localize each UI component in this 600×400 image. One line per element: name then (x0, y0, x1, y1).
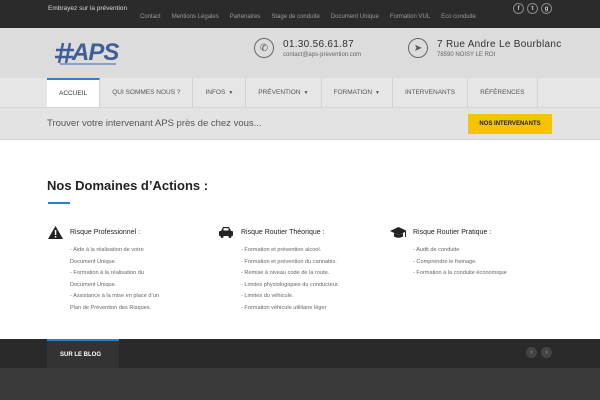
list-item: - Formation à la réalisation du (70, 270, 144, 276)
main-nav: Accueil Qui sommes nous ? Infos ▼ Prévent… (0, 78, 600, 107)
list-item: - Formation et prévention du cannabis. (241, 258, 337, 265)
chevron-left-icon[interactable]: ‹ (526, 347, 537, 358)
top-link-stage[interactable]: Stage de conduite (271, 14, 319, 20)
list-item: - Formation véhicule utilitaire léger (241, 304, 327, 311)
nav-item-accueil[interactable]: Accueil (47, 78, 101, 107)
list-item: - Formation à la conduite économique (413, 270, 507, 276)
caret-down-icon: ▼ (303, 89, 309, 96)
list-item: - Limites du véhicule. (241, 293, 294, 299)
phone-icon: ✆ (254, 38, 274, 58)
caret-down-icon: ▼ (375, 89, 380, 96)
logo-underline (60, 63, 116, 65)
carousel-arrows: ‹ › (526, 347, 552, 358)
nav-item-intervenants[interactable]: Intervenants (393, 78, 469, 107)
column-list: - Aide à la réalisation de votre Documen… (70, 245, 207, 314)
blog-bar: Sur le blog ‹ › (0, 339, 600, 368)
list-item: Document Unique. (70, 281, 117, 288)
title-underline (48, 202, 70, 204)
column-list: - Audit de conduite - Comprendre le frei… (413, 245, 550, 280)
top-link-partenaires[interactable]: Partenaires (230, 14, 261, 20)
top-link-formation-vul[interactable]: Formation VUL (390, 14, 430, 20)
header: APS ✆ 01.30.56.61.87 contact@aps-prevent… (0, 28, 600, 78)
social-links: f t g (513, 3, 552, 14)
list-item: - Audit de conduite (413, 247, 460, 253)
column-heading: Risque Professionnel : (70, 228, 141, 236)
graduation-cap-icon (390, 225, 406, 239)
top-links: Contact Mentions Légales Partenaires Sta… (140, 14, 487, 20)
list-item: - Aide à la réalisation de votre (70, 247, 144, 253)
list-item: - Comprendre le freinage. (413, 258, 477, 265)
warning-icon (47, 225, 63, 239)
facebook-icon[interactable]: f (513, 3, 524, 14)
top-bar: Embrayez sur la prévention Contact Menti… (0, 0, 600, 28)
nav-item-formation[interactable]: Formation ▼ (322, 78, 393, 107)
caret-down-icon: ▼ (228, 89, 234, 96)
chevron-right-icon[interactable]: › (541, 347, 552, 358)
section-title: Nos Domaines d’Actions : (47, 178, 209, 193)
top-link-eco-conduite[interactable]: Eco conduite (441, 14, 476, 20)
column-list: - Formation et prévention alcool. - Form… (241, 245, 378, 314)
phone-number[interactable]: 01.30.56.61.87 (283, 39, 361, 50)
email-address[interactable]: contact@aps-prevention.com (283, 52, 361, 58)
address-street: 7 Rue Andre Le Bourblanc (437, 38, 562, 50)
phone-block: ✆ 01.30.56.61.87 contact@aps-prevention.… (254, 38, 361, 58)
domain-column-pratique: Risque Routier Pratique : - Audit de con… (390, 224, 550, 280)
blog-tab[interactable]: Sur le blog (47, 339, 119, 368)
footer-strip (0, 368, 600, 400)
list-item: Plan de Prévention des Risques. (70, 304, 152, 311)
top-link-mentions[interactable]: Mentions Légales (172, 14, 219, 20)
top-link-contact[interactable]: Contact (140, 14, 161, 20)
tagline: Embrayez sur la prévention (48, 5, 128, 12)
domain-column-professionnel: Risque Professionnel : - Aide à la réali… (47, 224, 207, 314)
list-item: - Formation et prévention alcool. (241, 247, 322, 253)
top-link-document-unique[interactable]: Document Unique (331, 14, 379, 20)
intervenants-button[interactable]: Nos intervenants (468, 114, 552, 134)
address-block: ➤ 7 Rue Andre Le Bourblanc 78590 NOISY L… (408, 38, 562, 58)
list-item: Document Unique. (70, 258, 117, 265)
car-icon (218, 225, 234, 239)
domain-column-theorique: Risque Routier Théorique : - Formation e… (218, 224, 378, 314)
logo[interactable]: APS (55, 39, 125, 67)
nav-item-qui-sommes-nous[interactable]: Qui sommes nous ? (100, 78, 194, 107)
cta-band: Trouver votre intervenant APS près de ch… (0, 107, 600, 140)
nav-item-prevention[interactable]: Prévention ▼ (246, 78, 322, 107)
column-heading: Risque Routier Théorique : (241, 228, 325, 236)
column-heading: Risque Routier Pratique : (413, 228, 492, 236)
address-city: 78590 NOISY LE ROI (437, 51, 496, 58)
nav-item-references[interactable]: Références (468, 78, 538, 107)
google-plus-icon[interactable]: g (541, 3, 552, 14)
list-item: - Assistance à la mise en place d’un (70, 293, 159, 299)
list-item: - Remise à niveau code de la route. (241, 270, 330, 276)
cta-text: Trouver votre intervenant APS près de ch… (47, 118, 262, 129)
nav-item-infos[interactable]: Infos ▼ (193, 78, 247, 107)
twitter-icon[interactable]: t (527, 3, 538, 14)
list-item: - Limites physiologiques du conducteur. (241, 281, 339, 288)
location-arrow-icon: ➤ (408, 38, 428, 58)
